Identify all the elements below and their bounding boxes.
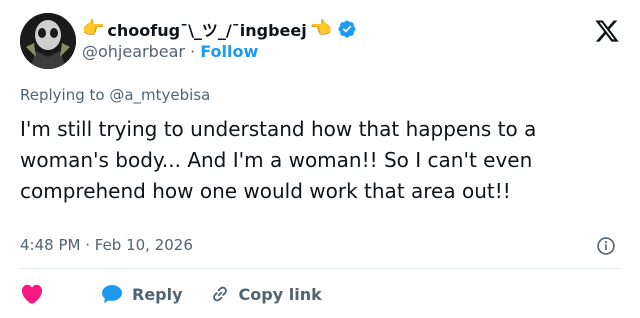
follow-button[interactable]: Follow [200, 42, 258, 61]
reply-mention-link[interactable]: @a_mtyebisa [109, 86, 210, 104]
reply-label: Reply [132, 284, 183, 304]
tweet-timestamp[interactable]: 4:48 PM · Feb 10, 2026 [20, 236, 193, 254]
info-icon[interactable] [596, 236, 616, 256]
divider [20, 268, 620, 269]
reply-button[interactable]: Reply [100, 282, 183, 306]
handle-row: @ohjearbear · Follow [82, 42, 258, 61]
copy-link-button[interactable]: Copy link [209, 283, 322, 305]
copy-link-label: Copy link [238, 284, 322, 304]
action-bar: Reply Copy link [20, 280, 322, 308]
pointing-right-emoji-icon: 👉 [82, 18, 105, 39]
pointing-left-emoji-icon: 👈 [309, 18, 333, 39]
link-icon [212, 286, 227, 302]
display-name[interactable]: choofug¯\_ツ_/¯ingbeej [107, 17, 306, 41]
author-name-row[interactable]: 👉 choofug¯\_ツ_/¯ingbeej 👈 [82, 17, 357, 41]
heart-icon[interactable] [20, 282, 44, 306]
avatar[interactable] [20, 13, 76, 69]
verified-badge-icon [338, 20, 356, 38]
separator: · [190, 42, 196, 61]
tweet-text: I'm still trying to understand how that … [20, 117, 537, 203]
x-logo-icon[interactable] [594, 18, 620, 44]
author-handle[interactable]: @ohjearbear [82, 42, 185, 61]
replying-to-label: Replying to [20, 86, 105, 104]
replying-to: Replying to @a_mtyebisa [20, 86, 210, 104]
speech-bubble-icon [102, 285, 122, 303]
